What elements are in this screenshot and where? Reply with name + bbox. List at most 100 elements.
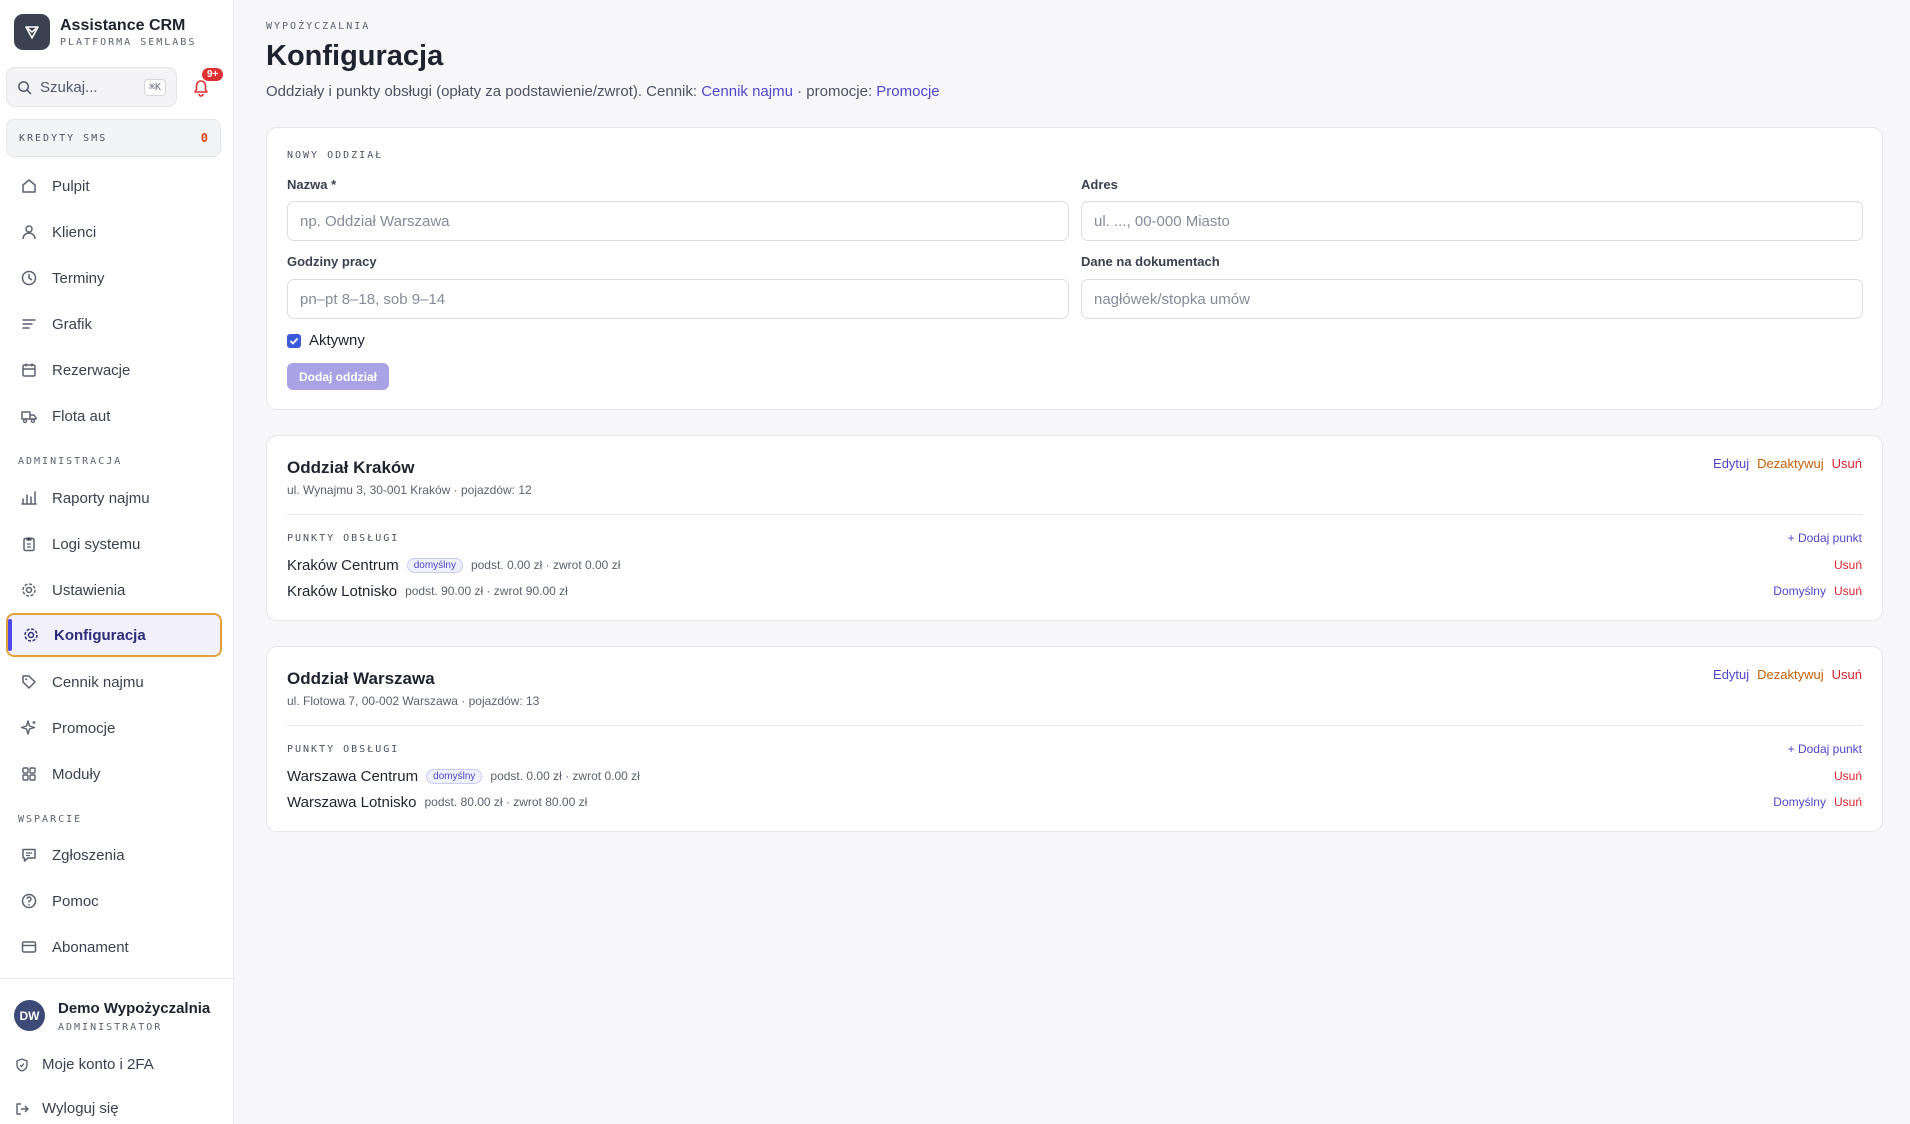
gear-icon xyxy=(22,583,36,597)
add-point-button[interactable]: + Dodaj punkt xyxy=(1788,531,1862,545)
delete-point-button[interactable]: Usuń xyxy=(1834,584,1862,598)
branch-card: Oddział Kraków ul. Wynajmu 3, 30-001 Kra… xyxy=(266,435,1883,621)
point-fees: podst. 80.00 zł · zwrot 80.00 zł xyxy=(424,795,588,809)
nav-label: Flota aut xyxy=(52,407,111,425)
branch-name: Oddział Warszawa xyxy=(287,669,435,688)
brand-title: Assistance CRM xyxy=(60,16,186,34)
sms-credits-value: 0 xyxy=(200,131,208,145)
point-name: Kraków Centrum xyxy=(287,556,399,574)
account-link[interactable]: Moje konto i 2FA xyxy=(14,1056,154,1073)
nav-label: Abonament xyxy=(52,938,129,956)
nav-item-flota-aut[interactable]: Flota aut xyxy=(6,394,222,438)
default-badge: domyślny xyxy=(406,557,463,573)
tag-icon xyxy=(22,675,36,689)
branch-name: Oddział Kraków xyxy=(287,458,415,477)
set-default-point-button[interactable]: Domyślny xyxy=(1773,795,1826,809)
nav-label: Terminy xyxy=(52,269,105,287)
card-icon xyxy=(21,941,37,953)
nav-item-konfiguracja[interactable]: Konfiguracja xyxy=(6,613,222,657)
divider xyxy=(287,725,1862,726)
nav-label: Grafik xyxy=(52,315,93,333)
link-promocje[interactable]: Promocje xyxy=(876,83,939,100)
page-desc-prefix: Oddziały i punkty obsługi (opłaty za pod… xyxy=(266,83,702,100)
lines-icon xyxy=(22,319,36,329)
nav-label: Zgłoszenia xyxy=(52,846,125,864)
user-role: ADMINISTRATOR xyxy=(58,1022,163,1033)
add-point-button[interactable]: + Dodaj punkt xyxy=(1788,742,1862,756)
nav-item-klienci[interactable]: Klienci xyxy=(6,210,222,254)
service-points-label: PUNKTY OBSŁUGI xyxy=(287,744,400,755)
service-point-row: Warszawa Centrum domyślny podst. 0.00 zł… xyxy=(287,765,1862,787)
nav-label: Pulpit xyxy=(52,177,90,195)
search-input[interactable]: Szukaj... ⌘K xyxy=(6,67,177,107)
service-point-row: Kraków Centrum domyślny podst. 0.00 zł ·… xyxy=(287,554,1862,576)
point-name: Warszawa Centrum xyxy=(287,767,419,785)
service-points-label: PUNKTY OBSŁUGI xyxy=(287,533,400,544)
grid-icon xyxy=(22,767,36,781)
sms-credits: KREDYTY SMS 0 xyxy=(6,119,221,157)
nav-label: Pomoc xyxy=(52,892,99,910)
set-default-point-button[interactable]: Domyślny xyxy=(1773,584,1826,598)
section-label-support: WSPARCIE xyxy=(18,814,83,825)
delete-branch-button[interactable]: Usuń xyxy=(1832,456,1862,471)
point-name: Kraków Lotnisko xyxy=(287,582,398,600)
page-title: Konfiguracja xyxy=(266,40,444,72)
link-cennik-najmu[interactable]: Cennik najmu xyxy=(701,83,793,100)
nav-item-raporty-najmu[interactable]: Raporty najmu xyxy=(6,476,222,520)
delete-point-button[interactable]: Usuń xyxy=(1834,795,1862,809)
notification-badge: 9+ xyxy=(202,68,224,81)
nav-item-abonament[interactable]: Abonament xyxy=(6,925,222,969)
nav-item-ustawienia[interactable]: Ustawienia xyxy=(6,568,222,612)
active-checkbox-row[interactable]: Aktywny xyxy=(287,332,365,349)
working-hours-input[interactable] xyxy=(287,279,1069,319)
document-data-input[interactable] xyxy=(1081,279,1863,319)
add-branch-button[interactable]: Dodaj oddział xyxy=(287,363,389,390)
nav-label: Rezerwacje xyxy=(52,361,131,379)
deactivate-branch-button[interactable]: Dezaktywuj xyxy=(1757,667,1823,682)
nav-item-pulpit[interactable]: Pulpit xyxy=(6,164,222,208)
nav-label: Moduły xyxy=(52,765,101,783)
nav-item-terminy[interactable]: Terminy xyxy=(6,256,222,300)
docs-field-label: Dane na dokumentach xyxy=(1081,254,1220,269)
nav-item-cennik-najmu[interactable]: Cennik najmu xyxy=(6,660,222,704)
clipboard-icon xyxy=(23,537,35,552)
logout-link[interactable]: Wyloguj się xyxy=(14,1100,119,1117)
delete-point-button[interactable]: Usuń xyxy=(1834,769,1862,783)
sparkle-icon xyxy=(20,720,36,735)
deactivate-branch-button[interactable]: Dezaktywuj xyxy=(1757,456,1823,471)
message-icon xyxy=(22,848,36,862)
branch-actions: Edytuj Dezaktywuj Usuń xyxy=(1713,667,1862,682)
service-point-row: Warszawa Lotnisko podst. 80.00 zł · zwro… xyxy=(287,791,1862,813)
nav-item-zgloszenia[interactable]: Zgłoszenia xyxy=(6,833,222,877)
nav-item-promocje[interactable]: Promocje xyxy=(6,706,222,750)
name-field-label: Nazwa * xyxy=(287,177,337,192)
logout-label: Wyloguj się xyxy=(42,1100,119,1117)
nav-item-pomoc[interactable]: Pomoc xyxy=(6,879,222,923)
point-fees: podst. 0.00 zł · zwrot 0.00 zł xyxy=(490,769,640,783)
brand[interactable]: Assistance CRM PLATFORMA SEMLABS xyxy=(14,14,196,50)
branch-name-input[interactable] xyxy=(287,201,1069,241)
search-icon xyxy=(18,80,32,94)
delete-branch-button[interactable]: Usuń xyxy=(1832,667,1862,682)
search-shortcut: ⌘K xyxy=(143,78,166,96)
default-badge: domyślny xyxy=(426,768,483,784)
branch-address-input[interactable] xyxy=(1081,201,1863,241)
branch-actions: Edytuj Dezaktywuj Usuń xyxy=(1713,456,1862,471)
edit-branch-button[interactable]: Edytuj xyxy=(1713,667,1749,682)
active-checkbox[interactable] xyxy=(287,333,301,348)
delete-point-button[interactable]: Usuń xyxy=(1834,558,1862,572)
avatar: DW xyxy=(14,1000,45,1031)
nav-label: Raporty najmu xyxy=(52,489,150,507)
sms-credits-label: KREDYTY SMS xyxy=(19,132,108,144)
edit-branch-button[interactable]: Edytuj xyxy=(1713,456,1749,471)
user-profile[interactable]: DW Demo Wypożyczalnia ADMINISTRATOR xyxy=(0,978,234,1033)
section-label-admin: ADMINISTRACJA xyxy=(18,456,123,467)
nav-item-logi-systemu[interactable]: Logi systemu xyxy=(6,522,222,566)
nav-item-moduly[interactable]: Moduły xyxy=(6,752,222,796)
nav-item-rezerwacje[interactable]: Rezerwacje xyxy=(6,348,222,392)
nav-item-grafik[interactable]: Grafik xyxy=(6,302,222,346)
user-name: Demo Wypożyczalnia xyxy=(58,1000,211,1017)
branch-meta: ul. Wynajmu 3, 30-001 Kraków · pojazdów:… xyxy=(287,483,532,497)
user-icon xyxy=(22,225,36,240)
nav-label: Klienci xyxy=(52,223,97,241)
